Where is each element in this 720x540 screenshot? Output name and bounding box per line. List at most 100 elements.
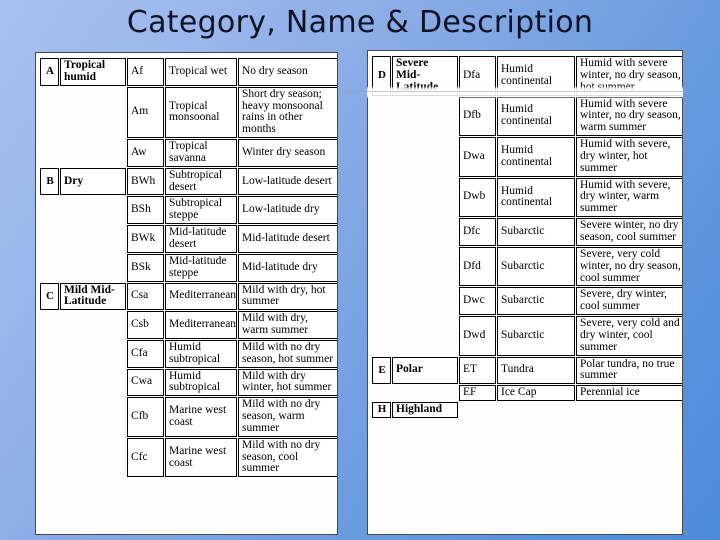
climate-name: Subarctic bbox=[497, 246, 575, 287]
table-row: BWk Mid-latitude desert Mid-latitude deser… bbox=[40, 225, 337, 253]
climate-name: Tropical monsoonal bbox=[165, 86, 237, 139]
category-name: Severe Mid-Latitude bbox=[392, 56, 458, 96]
climate-description: Severe, very cold winter, no dry season,… bbox=[576, 246, 682, 287]
category-letter: B bbox=[40, 167, 59, 196]
climate-code: Csb bbox=[127, 311, 164, 339]
climate-description: Humid with severe, dry winter, hot summe… bbox=[576, 137, 682, 177]
empty-cell bbox=[372, 137, 391, 177]
empty-cell bbox=[40, 397, 59, 437]
climate-code: Dfb bbox=[459, 96, 496, 137]
climate-code: Dfd bbox=[459, 246, 496, 287]
empty-cell bbox=[372, 287, 391, 315]
climate-description: Polar tundra, no true summer bbox=[576, 356, 682, 385]
table-row: Cfc Marine west coast Mild with no dry sea… bbox=[40, 437, 337, 478]
table-row: BSh Subtropical steppe Low-latitude dry bbox=[40, 196, 337, 225]
climate-description: Mild with no dry season, warm summer bbox=[238, 397, 337, 437]
climate-code: Aw bbox=[127, 139, 164, 167]
table-row: C Mild Mid-Latitude Csa Mediterranean Mild w… bbox=[40, 282, 337, 311]
climate-code: Dfa bbox=[459, 56, 496, 96]
climate-table-left-body: A Tropical humid Af Tropical wet No dry seas… bbox=[40, 58, 337, 478]
empty-cell bbox=[60, 139, 126, 167]
table-row: Aw Tropical savanna Winter dry season bbox=[40, 139, 337, 167]
category-name: Polar bbox=[392, 356, 458, 385]
climate-code: Dwc bbox=[459, 287, 496, 316]
climate-name: Subtropical desert bbox=[165, 167, 237, 196]
climate-description: Mid-latitude desert bbox=[238, 225, 337, 253]
table-row: B Dry BWh Subtropical desert Low-latitude de… bbox=[40, 167, 337, 196]
table-row: A Tropical humid Af Tropical wet No dry seas… bbox=[40, 58, 337, 86]
empty-cell bbox=[497, 402, 575, 418]
climate-description: Mild with dry, warm summer bbox=[238, 311, 337, 339]
climate-description: Humid with severe winter, no dry season,… bbox=[576, 96, 682, 137]
table-row: Cfa Humid subtropical Mild with no dry sea… bbox=[40, 339, 337, 368]
climate-code: ET bbox=[459, 356, 496, 385]
empty-cell bbox=[372, 97, 391, 137]
table-row: Csb Mediterranean Mild with dry, warm summ… bbox=[40, 311, 337, 339]
climate-code: Am bbox=[127, 86, 164, 139]
climate-name: Subarctic bbox=[497, 316, 575, 356]
climate-code: Af bbox=[127, 58, 164, 86]
table-row: Dwc Subarctic Severe, dry winter, cool sum… bbox=[372, 287, 682, 316]
table-row: EF Ice Cap Perennial ice bbox=[372, 385, 682, 402]
empty-cell bbox=[60, 254, 126, 282]
category-name: Tropical humid bbox=[60, 58, 126, 86]
empty-cell bbox=[392, 218, 458, 246]
empty-cell bbox=[40, 225, 59, 253]
empty-cell bbox=[372, 316, 391, 356]
category-letter: A bbox=[40, 58, 59, 86]
empty-cell bbox=[60, 311, 126, 339]
empty-cell bbox=[372, 247, 391, 287]
climate-description: Humid with severe winter, no dry season,… bbox=[576, 56, 682, 96]
category-letter: E bbox=[372, 356, 391, 385]
empty-cell bbox=[60, 369, 126, 397]
empty-cell bbox=[392, 178, 458, 218]
table-row: Cfb Marine west coast Mild with no dry sea… bbox=[40, 397, 337, 437]
climate-name: Tropical wet bbox=[165, 58, 237, 86]
category-name: Highland bbox=[392, 402, 458, 418]
empty-cell bbox=[392, 287, 458, 315]
climate-code: Csa bbox=[127, 282, 164, 311]
climate-table-right-body: D Severe Mid-Latitude Dfa Humid continental… bbox=[372, 56, 682, 418]
climate-code: Cfa bbox=[127, 339, 164, 368]
empty-cell bbox=[392, 247, 458, 287]
empty-cell bbox=[372, 178, 391, 218]
empty-cell bbox=[60, 397, 126, 437]
empty-cell bbox=[576, 402, 682, 418]
climate-description: Severe, dry winter, cool summer bbox=[576, 287, 682, 316]
climate-description: Low-latitude desert bbox=[238, 167, 337, 196]
empty-cell bbox=[40, 196, 59, 224]
climate-name: Humid subtropical bbox=[165, 339, 237, 368]
empty-cell bbox=[60, 196, 126, 224]
climate-code: BSk bbox=[127, 253, 164, 282]
category-letter: D bbox=[372, 56, 391, 96]
empty-cell bbox=[40, 87, 59, 138]
table-row: H Highland bbox=[372, 402, 682, 418]
empty-cell bbox=[392, 137, 458, 177]
table-row: Dfb Humid continental Humid with severe wi… bbox=[372, 96, 682, 137]
climate-name: Mid-latitude steppe bbox=[165, 253, 237, 282]
table-row: Am Tropical monsoonal Short dry season; he… bbox=[40, 86, 337, 139]
climate-description: Low-latitude dry bbox=[238, 196, 337, 225]
climate-code: BSh bbox=[127, 196, 164, 225]
climate-code: Cwa bbox=[127, 368, 164, 397]
empty-cell bbox=[60, 87, 126, 138]
climate-name: Mediterranean bbox=[165, 311, 237, 339]
climate-name: Mid-latitude desert bbox=[165, 225, 237, 253]
climate-name: Humid continental bbox=[497, 177, 575, 218]
table-row: Cwa Humid subtropical Mild with dry winter… bbox=[40, 368, 337, 397]
empty-cell bbox=[372, 218, 391, 246]
climate-description: Winter dry season bbox=[238, 139, 337, 167]
climate-name: Marine west coast bbox=[165, 437, 237, 478]
empty-cell bbox=[60, 225, 126, 253]
table-row: BSk Mid-latitude steppe Mid-latitude dry bbox=[40, 253, 337, 282]
climate-code: BWk bbox=[127, 225, 164, 253]
empty-cell bbox=[40, 340, 59, 368]
empty-cell bbox=[392, 97, 458, 137]
climate-description: Mild with no dry season, cool summer bbox=[238, 437, 337, 478]
empty-cell bbox=[40, 311, 59, 339]
empty-cell bbox=[40, 139, 59, 167]
page-title: Category, Name & Description bbox=[126, 5, 594, 40]
climate-name: Humid continental bbox=[497, 137, 575, 177]
climate-description: Mild with no dry season, hot summer bbox=[238, 339, 337, 368]
climate-description: Mild with dry, hot summer bbox=[238, 282, 337, 311]
